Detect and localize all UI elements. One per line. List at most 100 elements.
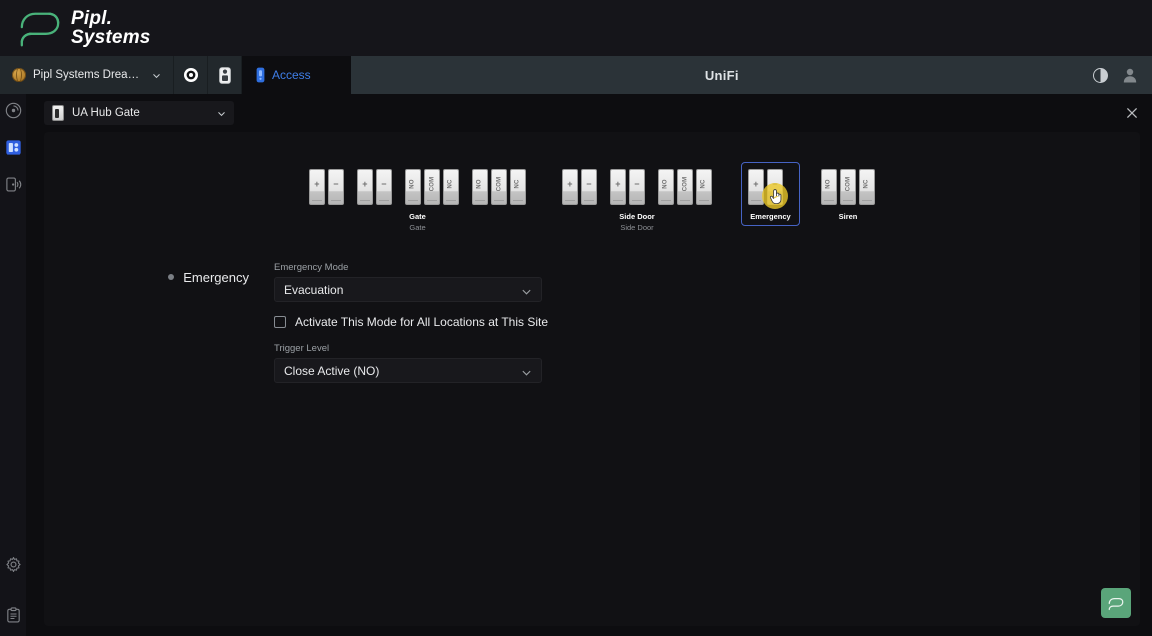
hand-pointer-icon bbox=[769, 188, 781, 204]
hub-device-icon bbox=[52, 105, 64, 121]
terminal-pin[interactable]: + bbox=[357, 169, 373, 205]
terminal-pinset: NO COM NC bbox=[405, 169, 459, 205]
terminal-pin[interactable]: COM bbox=[491, 169, 507, 205]
terminal-group-label: Siren bbox=[838, 212, 858, 221]
tab-access-label: Access bbox=[272, 68, 311, 82]
brand-line-2: Systems bbox=[71, 27, 151, 48]
brand-line-1: Pipl. bbox=[71, 8, 113, 29]
site-selector[interactable]: Pipl Systems Dream Machin... bbox=[0, 56, 174, 94]
terminal-pin[interactable]: − bbox=[328, 169, 344, 205]
rail-item-logs[interactable] bbox=[5, 607, 22, 624]
topbar-actions bbox=[1093, 56, 1152, 94]
terminal-pin[interactable]: + bbox=[610, 169, 626, 205]
terminal-pin-label: COM bbox=[845, 176, 852, 192]
site-selector-label: Pipl Systems Dream Machin... bbox=[33, 69, 145, 81]
terminal-pin-label: NO bbox=[663, 179, 669, 189]
terminal-pin-label: COM bbox=[682, 176, 689, 192]
terminal-group-side-door[interactable]: + − + − NO COM NC Side Door Side Door bbox=[555, 162, 719, 237]
activate-all-locations-checkbox[interactable]: Activate This Mode for All Locations at … bbox=[274, 315, 548, 329]
emergency-settings-form: Emergency Emergency Mode Evacuation Acti… bbox=[44, 262, 1140, 383]
emergency-mode-select[interactable]: Evacuation bbox=[274, 277, 542, 302]
content-column: UA Hub Gate + − + − NO COM NC NO COM NC Gate Gate + −… bbox=[26, 94, 1152, 636]
terminal-group-emergency[interactable]: +− Emergency bbox=[741, 162, 800, 226]
terminal-pins: + − + − NO COM NC bbox=[562, 169, 712, 205]
section-emergency[interactable]: Emergency bbox=[168, 270, 249, 285]
terminal-pin[interactable]: − bbox=[581, 169, 597, 205]
terminal-pin[interactable]: + bbox=[562, 169, 578, 205]
globe-icon bbox=[12, 68, 26, 82]
terminal-pinset: +− bbox=[610, 169, 645, 205]
terminal-group-sublabel: Gate bbox=[409, 223, 426, 232]
terminal-pin[interactable]: COM bbox=[677, 169, 693, 205]
terminal-pin[interactable]: NC bbox=[443, 169, 459, 205]
terminal-group-gate[interactable]: + − + − NO COM NC NO COM NC Gate Gate bbox=[302, 162, 533, 237]
chevron-down-icon bbox=[152, 71, 161, 80]
form-left-column: Emergency bbox=[44, 262, 249, 383]
device-selector[interactable]: UA Hub Gate bbox=[44, 101, 234, 125]
left-rail bbox=[0, 94, 26, 636]
chevron-down-icon bbox=[521, 365, 532, 376]
terminal-pinset: +− bbox=[562, 169, 597, 205]
terminal-pin[interactable]: NC bbox=[859, 169, 875, 205]
terminal-pin-label: − bbox=[381, 179, 387, 189]
terminal-pin[interactable]: NO bbox=[472, 169, 488, 205]
terminal-pins: + − + − NO COM NC NO COM NC bbox=[309, 169, 526, 205]
topbar-app-reader[interactable] bbox=[208, 56, 242, 94]
terminal-pin[interactable]: COM bbox=[840, 169, 856, 205]
access-device-icon bbox=[256, 67, 265, 83]
terminal-pin[interactable]: + bbox=[309, 169, 325, 205]
rail-item-devices[interactable] bbox=[5, 139, 22, 156]
terminal-pin[interactable]: − bbox=[376, 169, 392, 205]
pipl-logo-icon bbox=[18, 8, 62, 48]
pipl-logo-icon bbox=[1108, 597, 1124, 610]
rail-item-readers[interactable] bbox=[5, 176, 22, 193]
terminal-pin[interactable]: NO bbox=[821, 169, 837, 205]
trigger-level-select[interactable]: Close Active (NO) bbox=[274, 358, 542, 383]
terminal-pin-label: − bbox=[586, 179, 592, 189]
click-highlight bbox=[762, 183, 788, 209]
page-title: UniFi bbox=[704, 67, 739, 83]
terminal-pin[interactable]: COM bbox=[424, 169, 440, 205]
protect-camera-icon bbox=[183, 68, 198, 82]
terminal-pin-label: − bbox=[634, 179, 640, 189]
app-body: UA Hub Gate + − + − NO COM NC NO COM NC Gate Gate + −… bbox=[0, 94, 1152, 636]
trigger-level-label: Trigger Level bbox=[274, 343, 330, 354]
terminal-pin-label: − bbox=[333, 179, 339, 189]
terminal-group-label: Side Door bbox=[619, 212, 655, 221]
topbar-gap bbox=[324, 56, 351, 94]
emergency-mode-label: Emergency Mode bbox=[274, 262, 349, 273]
terminal-pin[interactable]: NO bbox=[658, 169, 674, 205]
terminal-group-label: Emergency bbox=[750, 212, 791, 221]
terminal-pinset: +− bbox=[357, 169, 392, 205]
terminal-group-sublabel: Side Door bbox=[620, 223, 654, 232]
app-topbar: Pipl Systems Dream Machin... Access UniF… bbox=[0, 56, 1152, 94]
pipl-assistant-button[interactable] bbox=[1101, 588, 1131, 618]
terminal-pin[interactable]: − bbox=[629, 169, 645, 205]
terminal-pin-label: + bbox=[567, 179, 573, 189]
user-avatar-icon[interactable] bbox=[1122, 67, 1138, 83]
chevron-down-icon bbox=[521, 284, 532, 295]
rail-item-settings[interactable] bbox=[5, 556, 22, 573]
contrast-half-moon-icon[interactable] bbox=[1093, 67, 1108, 83]
rail-item-dashboard[interactable] bbox=[5, 102, 22, 119]
terminal-pin[interactable]: NC bbox=[696, 169, 712, 205]
device-selector-label: UA Hub Gate bbox=[72, 107, 140, 119]
terminal-pin-label: + bbox=[362, 179, 368, 189]
terminal-group-siren[interactable]: NO COM NC Siren bbox=[814, 162, 882, 226]
terminal-pin-label: NO bbox=[477, 179, 483, 189]
form-right-column: Emergency Mode Evacuation Activate This … bbox=[274, 262, 548, 383]
terminal-pin[interactable]: NO bbox=[405, 169, 421, 205]
terminal-pin[interactable]: NC bbox=[510, 169, 526, 205]
topbar-app-protect[interactable] bbox=[174, 56, 208, 94]
checkbox-box-icon bbox=[274, 316, 286, 328]
emergency-mode-value: Evacuation bbox=[284, 282, 344, 297]
device-toolbar: UA Hub Gate bbox=[26, 94, 1152, 132]
terminal-pin-label: NC bbox=[700, 179, 707, 189]
brand-wordmark: Pipl. Systems bbox=[71, 9, 151, 47]
chevron-down-icon bbox=[217, 109, 226, 118]
terminal-group-label: Gate bbox=[409, 212, 426, 221]
terminal-pinset: NO COM NC bbox=[821, 169, 875, 205]
tab-access[interactable]: Access bbox=[242, 56, 325, 94]
terminal-pin-label: NC bbox=[447, 179, 454, 189]
close-icon[interactable] bbox=[1124, 105, 1140, 121]
